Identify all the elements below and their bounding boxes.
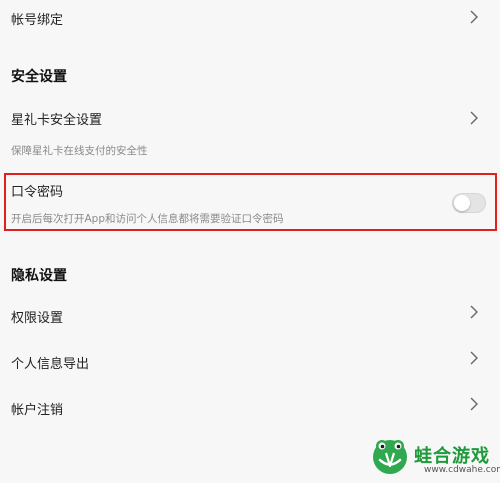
passcode-row: 口令密码 开启后每次打开App和访问个人信息都将需要验证口令密码 [0,174,500,230]
privacy-section-title: 隐私设置 [11,268,67,284]
permissions-label: 权限设置 [11,311,64,326]
star-card-security-row[interactable]: 星礼卡安全设置 保障星礼卡在线支付的安全性 [0,100,500,170]
chevron-right-icon [470,305,478,319]
passcode-label: 口令密码 [11,185,64,200]
star-card-security-label: 星礼卡安全设置 [11,113,103,128]
passcode-toggle[interactable] [452,193,486,213]
frog-logo-icon [373,440,407,474]
account-cancel-row[interactable]: 帐户注销 [0,388,500,428]
watermark-url: www.cdwahe.com [424,465,500,475]
chevron-right-icon [470,10,478,24]
chevron-right-icon [470,351,478,365]
passcode-desc: 开启后每次打开App和访问个人信息都将需要验证口令密码 [11,213,284,225]
chevron-right-icon [470,111,478,125]
security-section-title: 安全设置 [11,69,67,85]
account-binding-row[interactable]: 帐号绑定 [0,0,500,36]
account-cancel-label: 帐户注销 [11,403,64,418]
export-info-label: 个人信息导出 [11,357,90,372]
toggle-knob [454,195,470,211]
export-info-row[interactable]: 个人信息导出 [0,342,500,382]
permissions-row[interactable]: 权限设置 [0,296,500,336]
watermark: 蛙合游戏 www.cdwahe.com [368,432,500,480]
account-binding-label: 帐号绑定 [11,13,64,28]
chevron-right-icon [470,397,478,411]
star-card-security-desc: 保障星礼卡在线支付的安全性 [11,145,148,157]
